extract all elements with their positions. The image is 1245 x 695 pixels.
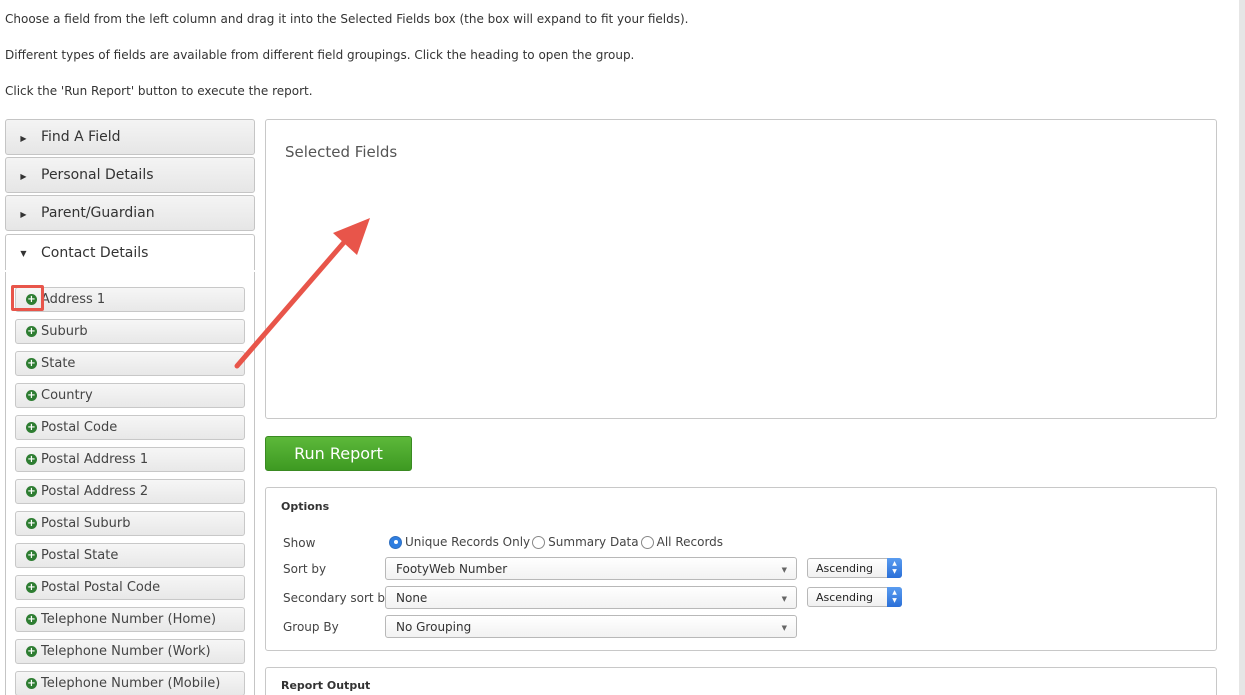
secondary-sort-value: None — [396, 590, 428, 605]
show-radio-group: Unique Records Only Summary Data All Rec… — [389, 535, 725, 549]
sort-by-value: FootyWeb Number — [396, 561, 508, 576]
sort-by-select[interactable]: FootyWeb Number ▼ — [385, 557, 797, 580]
radio-unique-records[interactable]: Unique Records Only — [389, 535, 530, 549]
secondary-order-select[interactable]: Ascending ▲ ▼ — [807, 587, 902, 607]
radio-button[interactable] — [389, 535, 402, 549]
chevron-down-icon: ▼ — [781, 624, 787, 632]
radio-label: Unique Records Only — [405, 535, 531, 549]
sort-order-select[interactable]: Ascending ▲ ▼ — [807, 558, 902, 578]
secondary-sort-label: Secondary sort by — [283, 591, 393, 605]
report-output-title: Report Output — [281, 679, 371, 692]
secondary-order-value: Ascending — [816, 590, 874, 604]
updown-icon: ▲ ▼ — [887, 558, 902, 578]
run-report-button[interactable]: Run Report — [265, 436, 412, 471]
updown-icon: ▲ ▼ — [887, 587, 902, 607]
group-by-label: Group By — [283, 620, 339, 634]
group-by-select[interactable]: No Grouping ▼ — [385, 615, 797, 638]
radio-all-records[interactable]: All Records — [640, 535, 724, 549]
options-panel: Options Show Unique Records Only Summary… — [265, 487, 1217, 651]
radio-button[interactable] — [532, 535, 546, 549]
radio-summary-data[interactable]: Summary Data — [532, 535, 639, 549]
show-label: Show — [283, 536, 316, 550]
radio-button[interactable] — [640, 535, 654, 549]
chevron-down-icon: ▼ — [781, 595, 787, 603]
radio-label: Summary Data — [548, 535, 639, 549]
sort-order-value: Ascending — [816, 561, 874, 575]
arrow-shaft — [234, 237, 349, 369]
group-by-value: No Grouping — [396, 619, 472, 634]
chevron-down-icon: ▼ — [781, 566, 787, 574]
secondary-sort-select[interactable]: None ▼ — [385, 586, 797, 609]
options-title: Options — [281, 500, 330, 513]
radio-label: All Records — [656, 535, 724, 549]
sort-by-label: Sort by — [283, 562, 327, 576]
report-output-panel: Report Output — [265, 667, 1217, 695]
